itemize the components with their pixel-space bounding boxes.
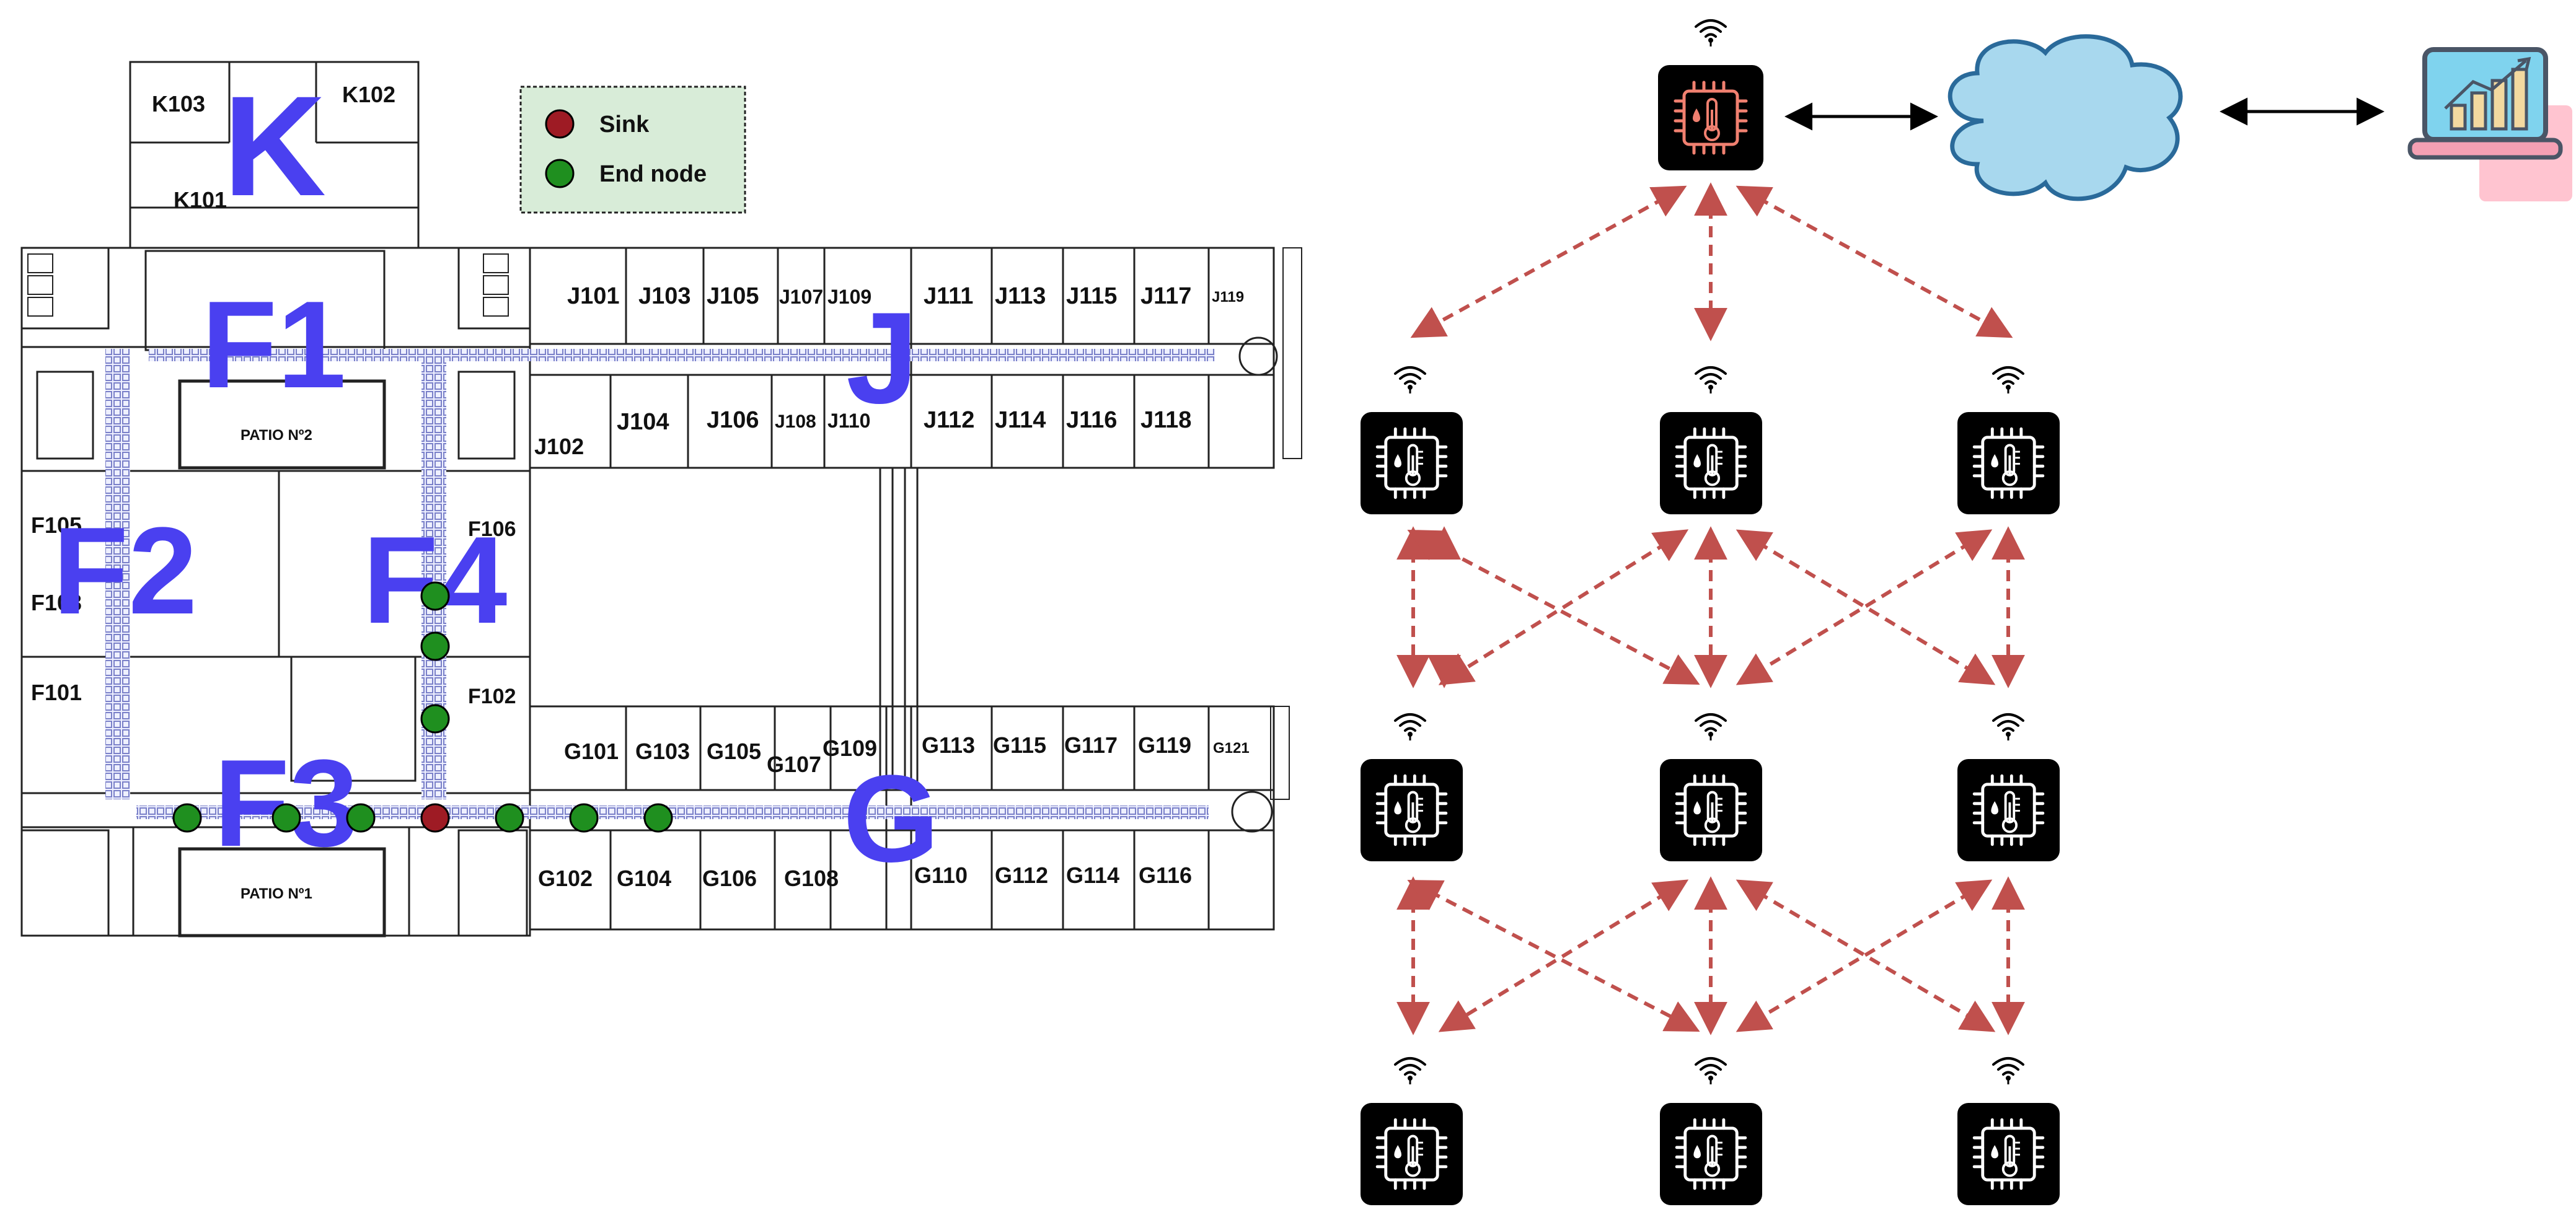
room-g119: G119 xyxy=(1138,732,1191,758)
room-j118: J118 xyxy=(1140,407,1191,433)
end-node xyxy=(569,803,599,833)
laptop-chart-icon xyxy=(2407,47,2572,201)
room-j106: J106 xyxy=(707,407,759,433)
room-j115: J115 xyxy=(1066,283,1117,309)
room-g101: G101 xyxy=(564,739,619,764)
sensor-node-icon xyxy=(1957,759,2060,861)
end-node xyxy=(495,803,524,833)
zone-f1: F1 xyxy=(201,276,346,414)
room-g108: G108 xyxy=(784,866,839,891)
room-j104: J104 xyxy=(617,409,669,435)
wifi-icon xyxy=(1394,713,1426,740)
legend-sink-label: Sink xyxy=(599,112,650,138)
sensor-node-icon xyxy=(1660,1103,1762,1205)
room-g104: G104 xyxy=(617,866,671,891)
room-j108: J108 xyxy=(775,411,816,432)
legend-end-node-label: End node xyxy=(599,161,707,187)
room-g121: G121 xyxy=(1213,740,1250,757)
room-j113: J113 xyxy=(995,283,1046,309)
room-j111: J111 xyxy=(924,283,973,309)
end-node xyxy=(271,803,301,833)
wifi-icon xyxy=(1992,1057,2024,1084)
room-j101: J101 xyxy=(567,283,620,309)
end-node xyxy=(420,581,450,611)
wifi-icon xyxy=(1695,1057,1727,1084)
sensor-node-icon xyxy=(1361,759,1463,861)
stair-g xyxy=(1231,791,1273,833)
room-g115: G115 xyxy=(993,732,1046,758)
sensor-node-icon xyxy=(1361,1103,1463,1205)
wifi-icon xyxy=(1992,366,2024,393)
legend-box xyxy=(519,86,746,214)
room-g105: G105 xyxy=(707,739,761,764)
room-j114: J114 xyxy=(995,407,1046,433)
end-node xyxy=(643,803,673,833)
room-k101: K101 xyxy=(174,187,227,213)
cloud-icon xyxy=(1947,34,2183,201)
room-j119: J119 xyxy=(1212,289,1244,305)
room-j117: J117 xyxy=(1140,283,1191,309)
room-g114: G114 xyxy=(1066,863,1119,888)
room-j112: J112 xyxy=(924,407,974,433)
room-g103: G103 xyxy=(635,739,690,764)
room-f101: F101 xyxy=(31,680,82,705)
end-node xyxy=(346,803,376,833)
room-g102: G102 xyxy=(538,866,593,891)
wifi-icon xyxy=(1695,713,1727,740)
room-g117: G117 xyxy=(1064,732,1118,758)
sensor-node-icon xyxy=(1361,412,1463,514)
wifi-icon xyxy=(1695,19,1727,46)
sensor-node-icon xyxy=(1957,1103,2060,1205)
legend-end-node-marker xyxy=(545,159,575,188)
zone-f2: F2 xyxy=(53,502,197,640)
wifi-icon xyxy=(1394,366,1426,393)
zone-f4: F4 xyxy=(363,511,507,649)
sensor-node-icon xyxy=(1660,759,1762,861)
room-j107: J107 xyxy=(779,286,823,308)
room-j116: J116 xyxy=(1066,407,1117,433)
room-f102: F102 xyxy=(468,685,516,708)
room-j103: J103 xyxy=(638,283,691,309)
room-g107: G107 xyxy=(767,752,821,777)
wifi-icon xyxy=(1992,713,2024,740)
room-patio-1: PATIO Nº1 xyxy=(240,885,312,902)
legend: Sink End node xyxy=(519,86,746,214)
sensor-grid xyxy=(1361,366,2060,1205)
room-j105: J105 xyxy=(707,283,759,309)
sink-node xyxy=(420,803,450,833)
zone-g: G xyxy=(843,750,940,888)
room-k102: K102 xyxy=(342,82,395,107)
end-node xyxy=(420,631,450,661)
zone-f3: F3 xyxy=(214,734,358,872)
diagram-canvas: Sink End node K103 K102 K101 J101 J103 J… xyxy=(20,19,2572,1212)
legend-sink-marker xyxy=(545,109,575,139)
wifi-icon xyxy=(1394,1057,1426,1084)
sensor-node-icon xyxy=(1957,412,2060,514)
network-topology xyxy=(1361,19,2572,1205)
room-patio-2: PATIO Nº2 xyxy=(240,427,312,444)
room-g116: G116 xyxy=(1139,863,1192,888)
end-node xyxy=(420,704,450,734)
room-k103: K103 xyxy=(152,91,205,116)
room-g112: G112 xyxy=(995,863,1048,888)
sensor-node-icon xyxy=(1660,412,1762,514)
end-node xyxy=(172,803,202,833)
zone-k: K xyxy=(223,66,326,226)
mesh-links xyxy=(1396,182,2025,1035)
wifi-icon xyxy=(1695,366,1727,393)
room-g106: G106 xyxy=(702,866,757,891)
zone-j: J xyxy=(846,285,919,431)
room-j102: J102 xyxy=(534,434,584,459)
gateway-sensor-icon xyxy=(1658,65,1763,170)
